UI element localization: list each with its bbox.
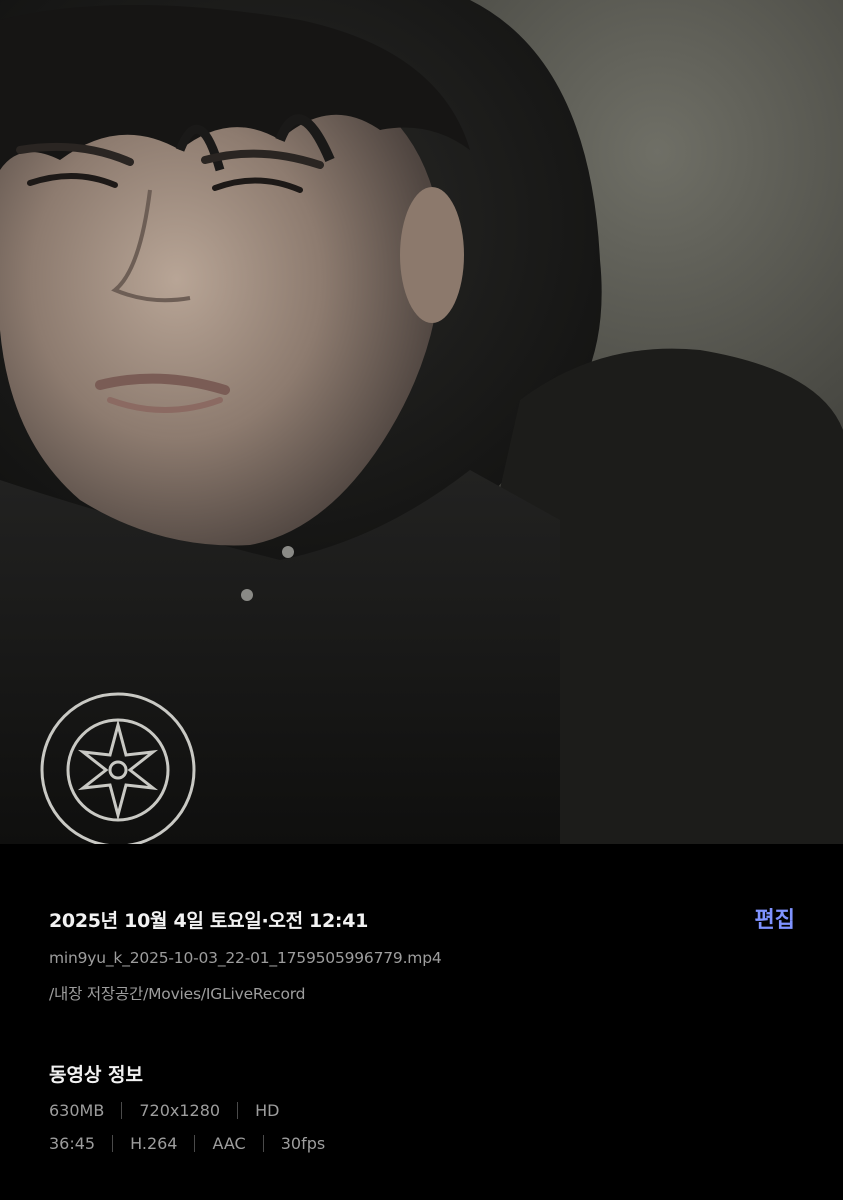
file-path: /내장 저장공간/Movies/IGLiveRecord [49,985,306,1003]
video-info-title: 동영상 정보 [49,1064,144,1086]
duration: 36:45 [49,1134,96,1153]
divider [112,1135,114,1152]
video-codec: H.264 [130,1134,178,1153]
divider [262,1135,264,1152]
video-meta-row: 630MB 720x1280 HD [49,1101,279,1120]
divider [237,1102,239,1119]
file-name: min9yu_k_2025-10-03_22-01_1759505996779.… [49,949,442,967]
video-info-sheet: 2025년 10월 4일 토요일·오전 12:41 편집 min9yu_k_20… [0,844,843,1200]
file-size: 630MB [49,1101,105,1120]
video-frame[interactable] [0,0,843,844]
frame-rate: 30fps [280,1134,326,1153]
divider [121,1102,123,1119]
edit-button[interactable]: 편집 [755,902,795,934]
divider [194,1135,196,1152]
video-meta-row: 36:45 H.264 AAC 30fps [49,1134,325,1153]
quality-badge: HD [255,1101,280,1120]
video-frame-photo [0,0,843,844]
video-detail-screen: 2025년 10월 4일 토요일·오전 12:41 편집 min9yu_k_20… [0,0,843,1200]
audio-codec: AAC [212,1134,246,1153]
recorded-datetime: 2025년 10월 4일 토요일·오전 12:41 [49,910,369,932]
resolution: 720x1280 [139,1101,221,1120]
